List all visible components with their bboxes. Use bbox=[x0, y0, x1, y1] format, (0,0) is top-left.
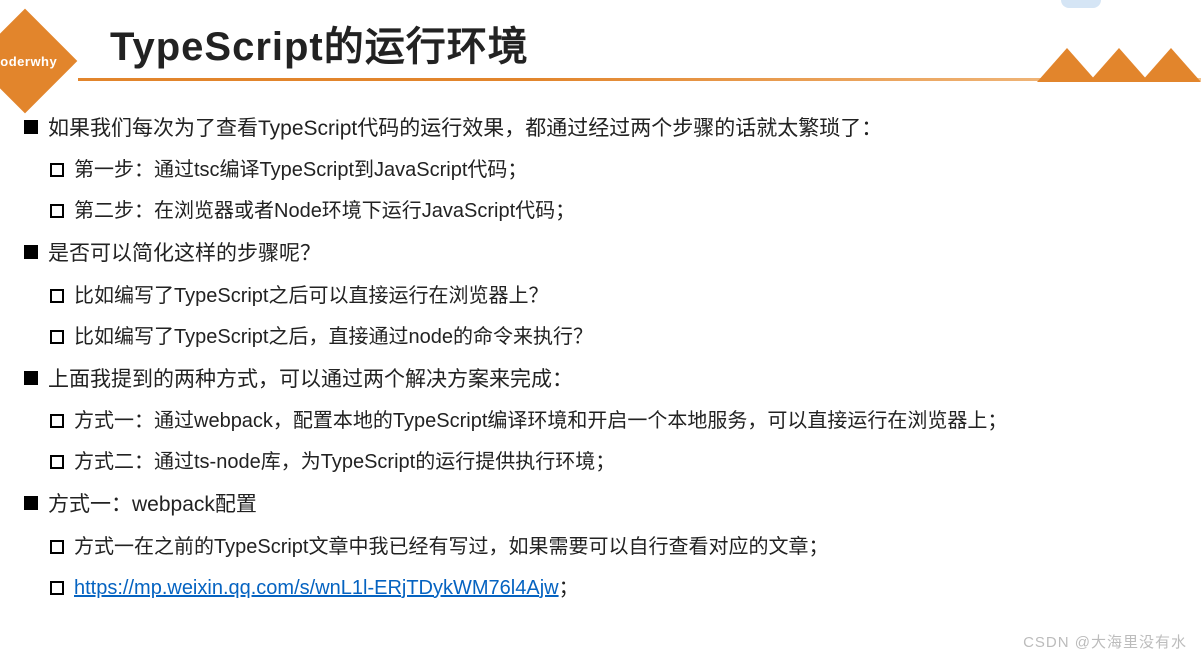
bullet-text: 比如编写了TypeScript之后可以直接运行在浏览器上？ bbox=[74, 283, 548, 310]
logo-text: coderwhy bbox=[0, 54, 57, 69]
bullet-hollow-icon bbox=[50, 204, 64, 218]
bullet-text: 方式二：通过ts-node库，为TypeScript的运行提供执行环境； bbox=[74, 449, 615, 476]
bullet-text: 第一步：通过tsc编译TypeScript到JavaScript代码； bbox=[74, 157, 527, 184]
bullet-level2: 第一步：通过tsc编译TypeScript到JavaScript代码； bbox=[50, 157, 1177, 184]
slide-header: coderwhy TypeScript的运行环境 bbox=[0, 0, 1201, 86]
bullet-solid-icon bbox=[24, 245, 38, 259]
bullet-hollow-icon bbox=[50, 163, 64, 177]
bullet-hollow-icon bbox=[50, 330, 64, 344]
bullet-hollow-icon bbox=[50, 414, 64, 428]
bullet-text: 是否可以简化这样的步骤呢？ bbox=[48, 239, 321, 268]
bullet-solid-icon bbox=[24, 496, 38, 510]
bullet-level2: 方式一在之前的TypeScript文章中我已经有写过，如果需要可以自行查看对应的… bbox=[50, 534, 1177, 561]
title-underline bbox=[78, 78, 1201, 81]
link-suffix: ； bbox=[559, 577, 579, 599]
bullet-level2: 比如编写了TypeScript之后，直接通过node的命令来执行？ bbox=[50, 324, 1177, 351]
bullet-text: 比如编写了TypeScript之后，直接通过node的命令来执行？ bbox=[74, 324, 593, 351]
bullet-level1: 上面我提到的两种方式，可以通过两个解决方案来完成： bbox=[24, 365, 1177, 394]
bullet-level1: 是否可以简化这样的步骤呢？ bbox=[24, 239, 1177, 268]
bullet-solid-icon bbox=[24, 371, 38, 385]
bullet-level1: 方式一：webpack配置 bbox=[24, 490, 1177, 519]
bullet-hollow-icon bbox=[50, 540, 64, 554]
weixin-article-link[interactable]: https://mp.weixin.qq.com/s/wnL1l-ERjTDyk… bbox=[74, 577, 559, 599]
bullet-level1: 如果我们每次为了查看TypeScript代码的运行效果，都通过经过两个步骤的话就… bbox=[24, 114, 1177, 143]
slide-content: 如果我们每次为了查看TypeScript代码的运行效果，都通过经过两个步骤的话就… bbox=[0, 86, 1201, 602]
bullet-text: 如果我们每次为了查看TypeScript代码的运行效果，都通过经过两个步骤的话就… bbox=[48, 114, 882, 143]
triangle-icon bbox=[1089, 48, 1149, 82]
bullet-hollow-icon bbox=[50, 581, 64, 595]
bullet-level2: 方式一：通过webpack，配置本地的TypeScript编译环境和开启一个本地… bbox=[50, 408, 1177, 435]
bullet-text: 第二步：在浏览器或者Node环境下运行JavaScript代码； bbox=[74, 198, 575, 225]
bullet-text: 上面我提到的两种方式，可以通过两个解决方案来完成： bbox=[48, 365, 573, 394]
triangle-decoration bbox=[1045, 48, 1201, 84]
bullet-link-row: https://mp.weixin.qq.com/s/wnL1l-ERjTDyk… bbox=[74, 575, 579, 602]
triangle-icon bbox=[1141, 48, 1201, 82]
bullet-text: 方式一：webpack配置 bbox=[48, 490, 257, 519]
triangle-icon bbox=[1037, 48, 1097, 82]
bullet-hollow-icon bbox=[50, 289, 64, 303]
bullet-level2: 比如编写了TypeScript之后可以直接运行在浏览器上？ bbox=[50, 283, 1177, 310]
bullet-level2: 方式二：通过ts-node库，为TypeScript的运行提供执行环境； bbox=[50, 449, 1177, 476]
bullet-text: 方式一：通过webpack，配置本地的TypeScript编译环境和开启一个本地… bbox=[74, 408, 1007, 435]
bullet-hollow-icon bbox=[50, 455, 64, 469]
bullet-level2: https://mp.weixin.qq.com/s/wnL1l-ERjTDyk… bbox=[50, 575, 1177, 602]
slide-title: TypeScript的运行环境 bbox=[110, 14, 529, 72]
bullet-solid-icon bbox=[24, 120, 38, 134]
bullet-level2: 第二步：在浏览器或者Node环境下运行JavaScript代码； bbox=[50, 198, 1177, 225]
csdn-watermark: CSDN @大海里没有水 bbox=[1023, 631, 1187, 652]
bullet-text: 方式一在之前的TypeScript文章中我已经有写过，如果需要可以自行查看对应的… bbox=[74, 534, 828, 561]
